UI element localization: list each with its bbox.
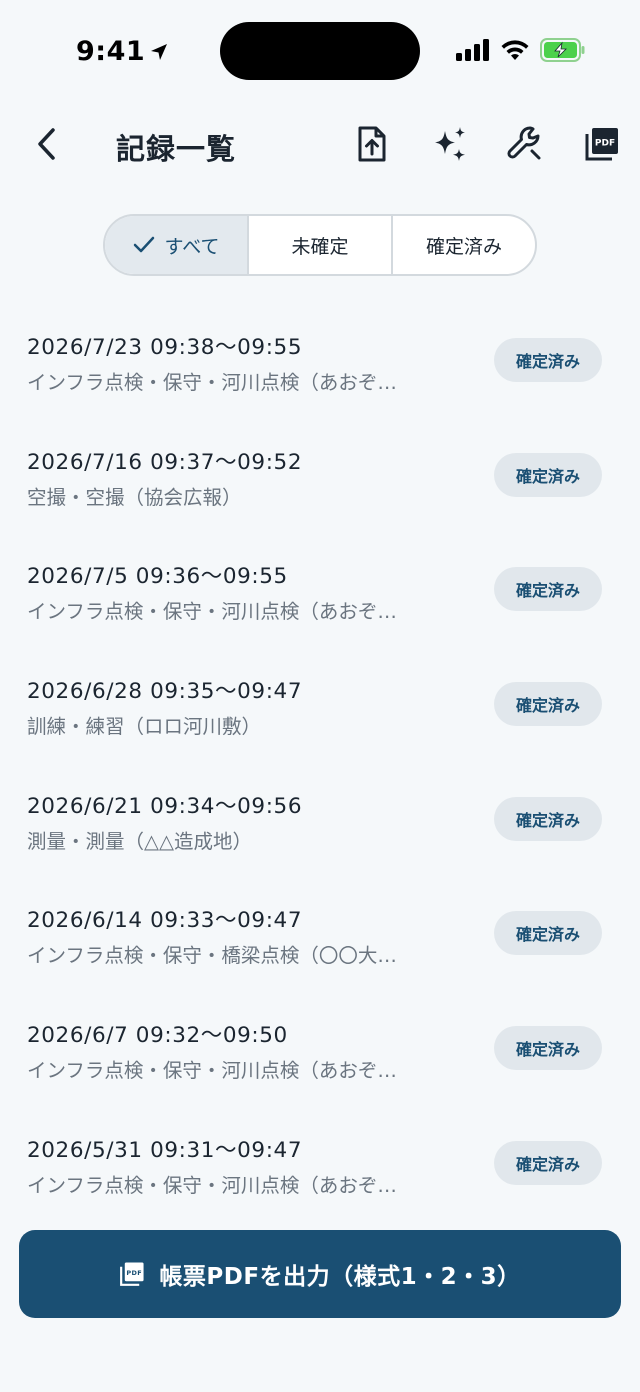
wifi-icon	[501, 40, 529, 60]
status-bar: 9:41	[0, 0, 640, 100]
record-summary: 測量・測量（△△造成地）	[27, 829, 252, 853]
record-datetime: 2026/5/31 09:31〜09:47	[27, 1137, 303, 1163]
record-datetime: 2026/7/23 09:38〜09:55	[27, 335, 303, 360]
pdf-icon: PDF	[585, 128, 618, 161]
chevron-left-icon	[38, 128, 55, 160]
record-row[interactable]: 2026/6/7 09:32〜09:50 インフラ点検・保守・河川点検（あおぞ……	[0, 998, 640, 1113]
record-summary: インフラ点検・保守・河川点検（あおぞ…	[27, 371, 397, 394]
status-badge: 確定済み	[494, 567, 602, 612]
status-badge: 確定済み	[494, 338, 602, 382]
pdf-button[interactable]: PDF	[580, 122, 624, 166]
svg-text:PDF: PDF	[595, 139, 615, 149]
record-summary: 訓練・練習（ロロ河川敷）	[27, 715, 262, 739]
filter-all[interactable]: すべて	[105, 216, 249, 274]
cellular-signal-icon	[456, 39, 489, 61]
record-row[interactable]: 2026/7/5 09:36〜09:55 インフラ点検・保守・河川点検（あおぞ……	[0, 539, 640, 654]
record-datetime: 2026/6/14 09:33〜09:47	[27, 908, 303, 934]
record-datetime: 2026/7/16 09:37〜09:52	[27, 449, 303, 475]
sparkles-icon	[435, 127, 465, 161]
record-datetime: 2026/6/21 09:34〜09:56	[27, 793, 303, 819]
record-row[interactable]: 2026/5/31 09:31〜09:47 インフラ点検・保守・河川点検（あおぞ…	[0, 1113, 640, 1228]
status-badge: 確定済み	[494, 1140, 602, 1185]
tools-button[interactable]	[503, 122, 547, 166]
filter-all-label: すべて	[164, 235, 220, 258]
status-filter: すべて 未確定 確定済み	[103, 214, 537, 276]
record-summary: インフラ点検・保守・河川点検（あおぞ…	[27, 1059, 397, 1083]
location-arrow-icon	[151, 43, 168, 60]
wrench-icon	[507, 126, 541, 160]
filter-confirmed[interactable]: 確定済み	[393, 216, 535, 274]
status-badge: 確定済み	[494, 796, 602, 841]
record-summary: インフラ点検・保守・橋梁点検（〇〇大…	[27, 944, 397, 968]
record-row[interactable]: 2026/6/28 09:35〜09:47 訓練・練習（ロロ河川敷） 確定済み	[0, 654, 640, 769]
ai-assist-button[interactable]	[428, 122, 472, 166]
dynamic-island	[220, 22, 420, 80]
filter-confirmed-label: 確定済み	[425, 235, 502, 258]
pdf-icon: PDF	[120, 1262, 144, 1286]
upload-file-icon	[358, 126, 386, 162]
record-datetime: 2026/7/5 09:36〜09:55	[27, 564, 288, 590]
record-datetime: 2026/6/7 09:32〜09:50	[27, 1023, 288, 1049]
filter-unconfirmed-label: 未確定	[291, 235, 349, 258]
record-row[interactable]: 2026/7/16 09:37〜09:52 空撮・空撮（協会広報） 確定済み	[0, 425, 640, 540]
page-title: 記録一覧	[116, 132, 237, 166]
status-indicators	[456, 38, 586, 62]
export-pdf-button[interactable]: PDF 帳票PDFを出力（様式1・2・3）	[19, 1230, 621, 1318]
upload-file-button[interactable]	[350, 122, 394, 166]
filter-unconfirmed[interactable]: 未確定	[249, 216, 393, 274]
record-summary: インフラ点検・保守・河川点検（あおぞ…	[27, 1173, 397, 1197]
status-badge: 確定済み	[494, 452, 602, 497]
svg-text:PDF: PDF	[127, 1269, 143, 1277]
record-datetime: 2026/6/28 09:35〜09:47	[27, 679, 303, 705]
record-summary: インフラ点検・保守・河川点検（あおぞ…	[27, 600, 397, 624]
navigation-header: 記録一覧 PDF	[0, 110, 640, 180]
record-list: 2026/7/23 09:38〜09:55 インフラ点検・保守・河川点検（あおぞ…	[0, 310, 640, 1228]
status-badge: 確定済み	[494, 911, 602, 956]
record-row[interactable]: 2026/6/14 09:33〜09:47 インフラ点検・保守・橋梁点検（〇〇大…	[0, 883, 640, 998]
record-row[interactable]: 2026/7/23 09:38〜09:55 インフラ点検・保守・河川点検（あおぞ…	[0, 310, 640, 425]
record-summary: 空撮・空撮（協会広報）	[27, 485, 242, 509]
record-row[interactable]: 2026/6/21 09:34〜09:56 測量・測量（△△造成地） 確定済み	[0, 769, 640, 884]
status-badge: 確定済み	[494, 1026, 602, 1071]
back-button[interactable]	[26, 122, 66, 166]
status-time: 9:41	[76, 36, 169, 67]
status-badge: 確定済み	[494, 682, 602, 727]
export-pdf-label: 帳票PDFを出力（様式1・2・3）	[159, 1264, 521, 1290]
checkmark-icon	[133, 236, 154, 253]
battery-charging-icon	[540, 38, 585, 62]
status-time-text: 9:41	[76, 36, 146, 67]
